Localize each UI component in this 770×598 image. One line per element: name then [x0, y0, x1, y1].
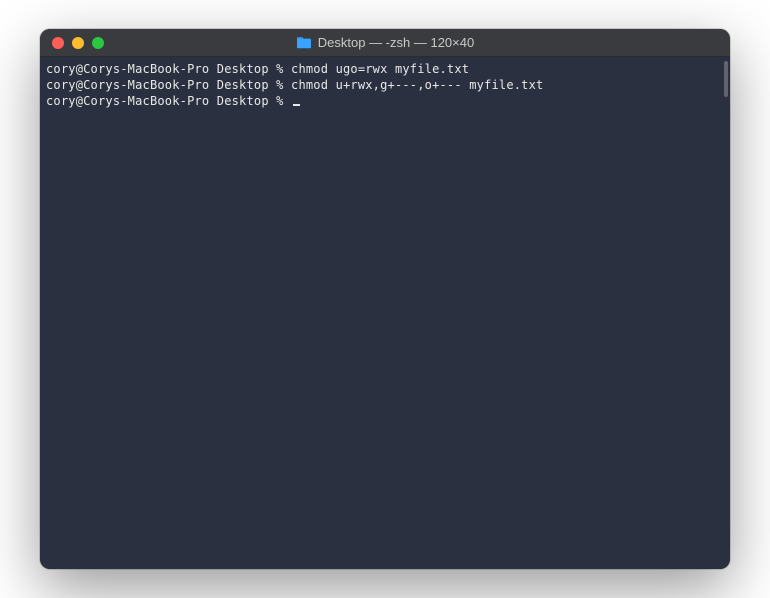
- scrollbar-thumb[interactable]: [724, 61, 728, 97]
- command-text: chmod u+rwx,g+---,o+--- myfile.txt: [291, 78, 543, 92]
- folder-icon: [296, 36, 312, 49]
- terminal-line: cory@Corys-MacBook-Pro Desktop %: [46, 93, 724, 109]
- window-controls: [40, 37, 104, 49]
- window-title-text: Desktop — -zsh — 120×40: [318, 35, 474, 50]
- window-title: Desktop — -zsh — 120×40: [296, 35, 474, 50]
- close-button[interactable]: [52, 37, 64, 49]
- minimize-button[interactable]: [72, 37, 84, 49]
- terminal-line: cory@Corys-MacBook-Pro Desktop % chmod u…: [46, 61, 724, 77]
- prompt: cory@Corys-MacBook-Pro Desktop %: [46, 78, 291, 92]
- command-text: chmod ugo=rwx myfile.txt: [291, 62, 469, 76]
- maximize-button[interactable]: [92, 37, 104, 49]
- terminal-body[interactable]: cory@Corys-MacBook-Pro Desktop % chmod u…: [40, 57, 730, 569]
- prompt: cory@Corys-MacBook-Pro Desktop %: [46, 62, 291, 76]
- terminal-line: cory@Corys-MacBook-Pro Desktop % chmod u…: [46, 77, 724, 93]
- cursor: [293, 104, 300, 106]
- window-titlebar: Desktop — -zsh — 120×40: [40, 29, 730, 57]
- prompt: cory@Corys-MacBook-Pro Desktop %: [46, 94, 291, 108]
- terminal-window: Desktop — -zsh — 120×40 cory@Corys-MacBo…: [40, 29, 730, 569]
